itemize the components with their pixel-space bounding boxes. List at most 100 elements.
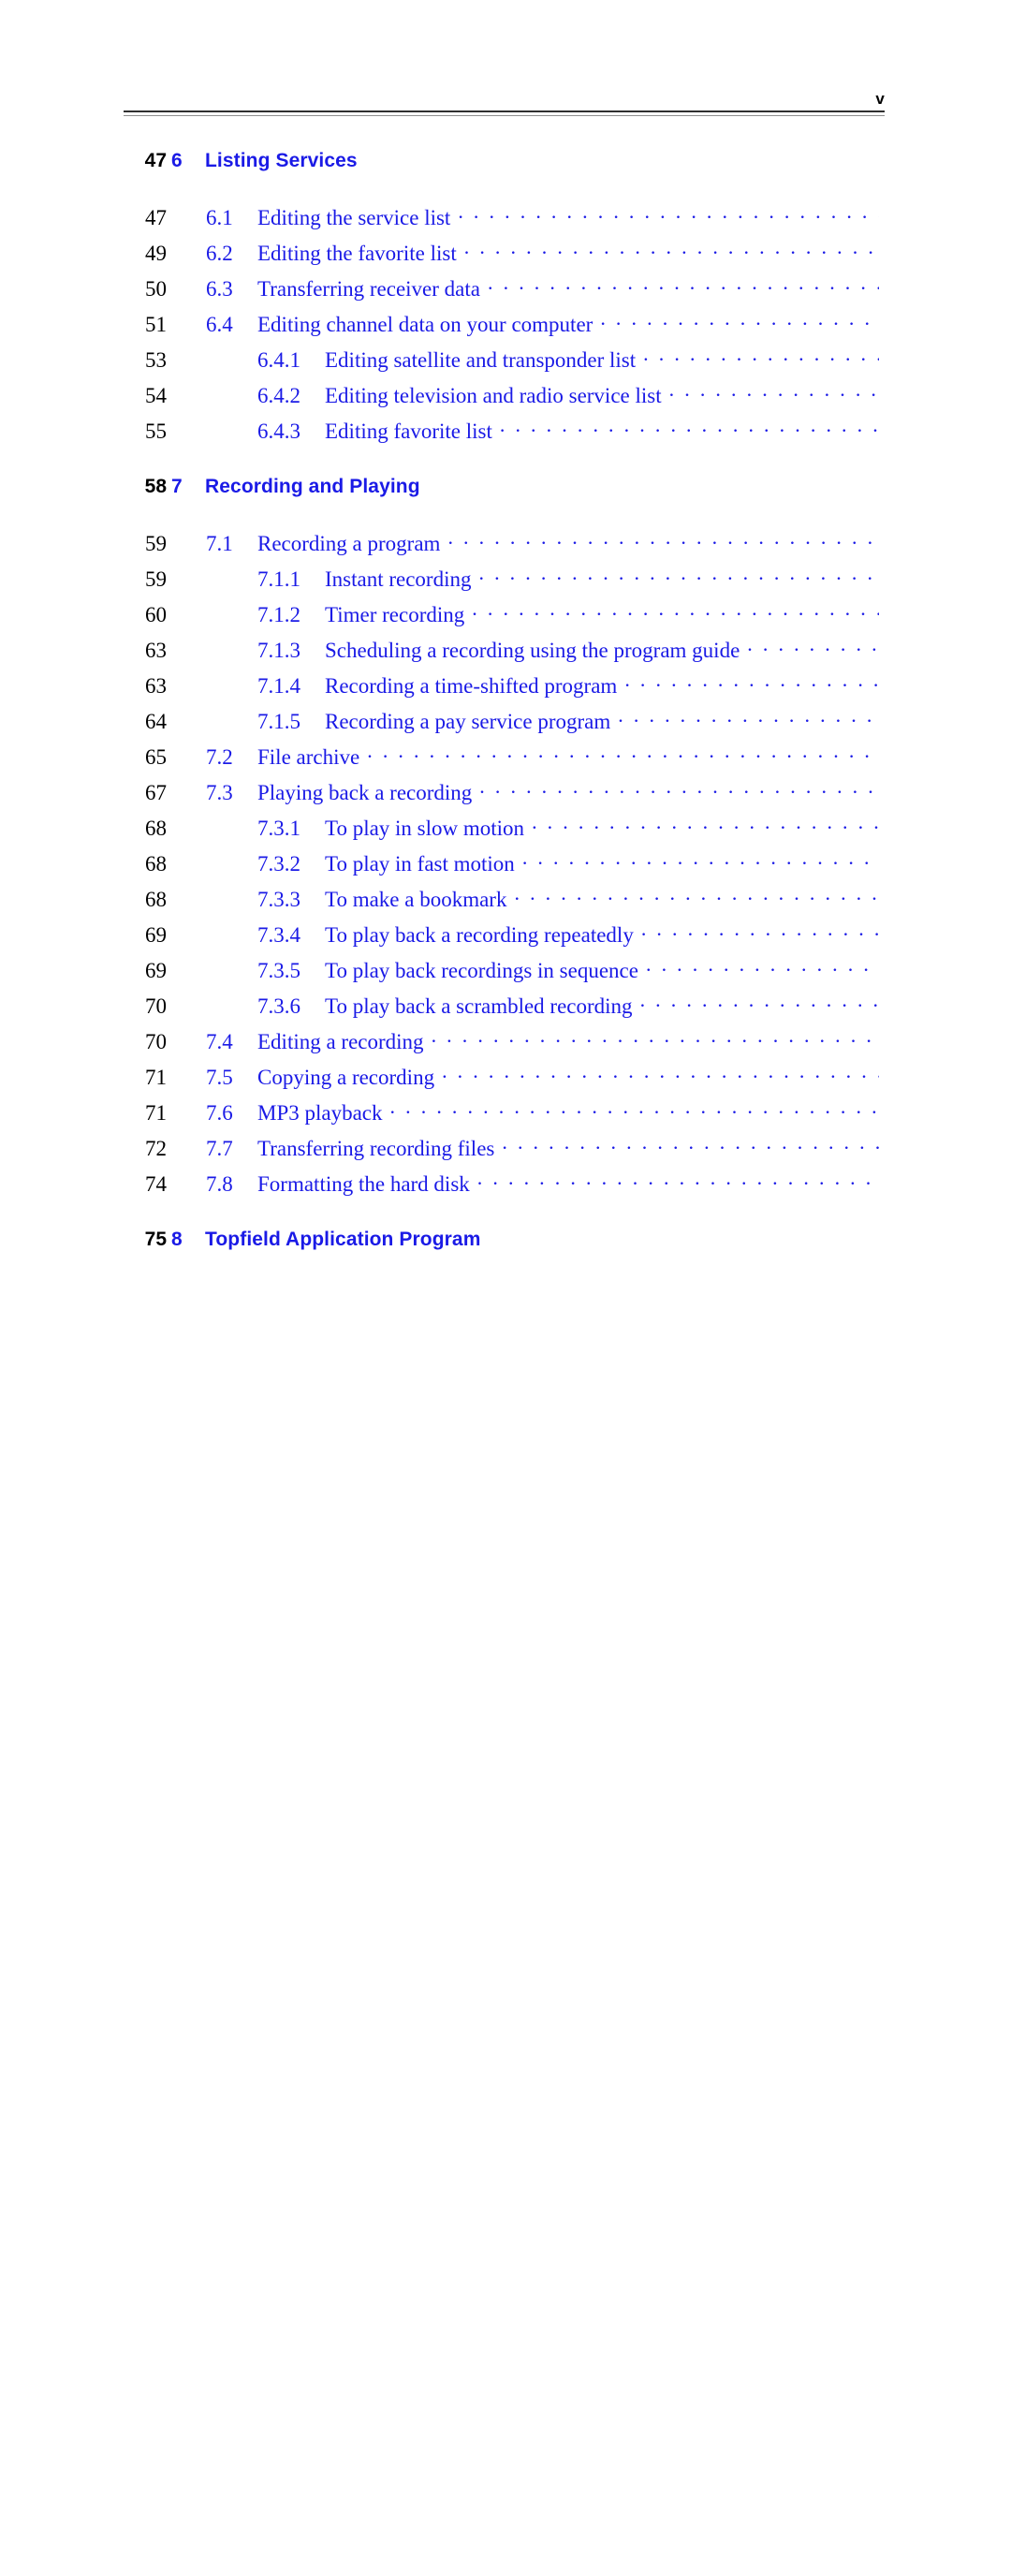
toc-entry-number: 7.4 [206, 1030, 233, 1053]
toc-entry-page-number: 75 [144, 1229, 167, 1250]
toc-dot-leader: ........................................… [639, 998, 879, 1011]
toc-entry-7-3[interactable]: 7.3 Playing back a recording.............… [124, 781, 885, 817]
toc-entry-title: Transferring receiver data [257, 277, 480, 301]
toc-entry-number: 6.4.2 [257, 384, 300, 407]
toc-entry-number: 6.3 [206, 277, 233, 301]
toc-entry-number: 6.4.1 [257, 348, 300, 372]
toc-entry-number: 6.1 [206, 206, 233, 229]
toc-entry-number: 6.4.3 [257, 420, 300, 443]
toc-entry-6-1[interactable]: 6.1 Editing the service list.............… [124, 206, 885, 242]
toc-entry-number: 6.4 [206, 313, 233, 336]
toc-entry-7-3-3[interactable]: 7.3.3 To make a bookmark.................… [124, 888, 885, 923]
toc-entry-7-1-1[interactable]: 7.1.1 Instant recording..................… [124, 567, 885, 603]
toc-entry-title: To play in slow motion [325, 817, 525, 840]
toc-entry-title: Timer recording [325, 603, 465, 626]
toc-entry-title: Topfield Application Program [205, 1229, 481, 1250]
toc-entry-6-4-3[interactable]: 6.4.3 Editing favorite list..............… [124, 420, 885, 455]
toc-entry-number: 7.3.1 [257, 817, 300, 840]
toc-entry-title: MP3 playback [257, 1101, 383, 1125]
toc-entry-title: Copying a recording [257, 1066, 435, 1089]
toc-dot-leader: ........................................… [747, 642, 879, 655]
toc-dot-leader: ........................................… [478, 571, 879, 584]
toc-entry-title: Playing back a recording [257, 781, 473, 804]
toc-entry-number: 7.3.5 [257, 959, 300, 982]
toc-entry-title: Editing the favorite list [257, 242, 457, 265]
toc-entry-number: 8 [171, 1229, 183, 1250]
toc-entry-7-3-6[interactable]: 7.3.6 To play back a scrambled recording.… [124, 994, 885, 1030]
toc-entry-7-4[interactable]: 7.4 Editing a recording..................… [124, 1030, 885, 1066]
toc-dot-leader: ........................................… [640, 927, 879, 940]
toc-entry-7-1-4[interactable]: 7.1.4 Recording a time-shifted program...… [124, 674, 885, 710]
toc-entry-7-8[interactable]: 7.8 Formatting the hard disk.............… [124, 1172, 885, 1208]
toc-entry-number: 7.6 [206, 1101, 233, 1125]
toc-dot-leader: ........................................… [488, 281, 879, 294]
toc-entry-7-2[interactable]: 7.2 File archive.........................… [124, 745, 885, 781]
toc-entry-number: 7.8 [206, 1172, 233, 1196]
toc-entry-7-1-3[interactable]: 7.1.3 Scheduling a recording using the pr… [124, 639, 885, 674]
toc-dot-leader: ........................................… [442, 1069, 879, 1082]
toc-entry-7-3-4[interactable]: 7.3.4 To play back a recording repeatedly… [124, 923, 885, 959]
page-folio: v [875, 90, 885, 108]
toc-dot-leader: ........................................… [624, 678, 879, 691]
toc-entry-title: Editing a recording [257, 1030, 424, 1053]
toc-entry-number: 7.3.6 [257, 994, 300, 1018]
toc-entry-number: 7.3 [206, 781, 233, 804]
toc-entry-title: To play back recordings in sequence [325, 959, 638, 982]
toc-entry-number: 6 [171, 150, 183, 171]
toc-entry-number: 7.7 [206, 1137, 233, 1160]
toc-entry-7-1-5[interactable]: 7.1.5 Recording a pay service program....… [124, 710, 885, 745]
toc-entry-title: Listing Services [205, 150, 358, 171]
toc-entry-title: File archive [257, 745, 360, 769]
toc-entry-title: Formatting the hard disk [257, 1172, 470, 1196]
toc-entry-title: Recording and Playing [205, 476, 420, 497]
toc-entry-number: 7.1.5 [257, 710, 300, 733]
toc-entry-number: 7 [171, 476, 183, 497]
toc-entry-title: Recording a program [257, 532, 441, 555]
toc-dot-leader: ........................................… [532, 820, 879, 833]
toc-entry-6-3[interactable]: 6.3 Transferring receiver data...........… [124, 277, 885, 313]
toc-dot-leader: ........................................… [458, 210, 879, 223]
toc-dot-leader: ........................................… [365, 152, 879, 167]
toc-entry-7-3-2[interactable]: 7.3.2 To play in fast motion.............… [124, 852, 885, 888]
toc-entry-title: To play in fast motion [325, 852, 515, 876]
toc-entry-title: To play back a scrambled recording [325, 994, 633, 1018]
toc-dot-leader: ........................................… [428, 478, 879, 493]
toc-dot-leader: ........................................… [499, 423, 879, 436]
toc-dot-leader: ........................................… [514, 891, 879, 905]
toc-entry-6-4-1[interactable]: 6.4.1 Editing satellite and transponder l… [124, 348, 885, 384]
toc-dot-leader: ........................................… [645, 963, 879, 976]
toc-entry-title: Editing television and radio service lis… [325, 384, 662, 407]
toc-entry-number: 6.2 [206, 242, 233, 265]
toc-dot-leader: ........................................… [600, 316, 879, 330]
toc-dot-leader: ........................................… [472, 607, 879, 620]
toc-entry-title: Recording a pay service program [325, 710, 611, 733]
toc-page: v 6 Listing Services.....................… [0, 0, 1011, 1347]
toc-entry-7-1[interactable]: 7.1 Recording a program..................… [124, 532, 885, 567]
toc-entry-title: Editing the service list [257, 206, 451, 229]
toc-entry-6-4[interactable]: 6.4 Editing channel data on your computer… [124, 313, 885, 348]
toc-dot-leader: ........................................… [367, 749, 879, 762]
toc-entry-7-7[interactable]: 7.7 Transferring recording files.........… [124, 1137, 885, 1172]
toc-entry-title: Transferring recording files [257, 1137, 495, 1160]
header-rule [124, 110, 885, 116]
toc-entry-number: 7.1 [206, 532, 233, 555]
toc-dot-leader: ........................................… [643, 352, 879, 365]
toc-entry-title: Recording a time-shifted program [325, 674, 618, 698]
toc-entry-6[interactable]: 6 Listing Services.......................… [124, 150, 885, 206]
toc-entry-title: To play back a recording repeatedly [325, 923, 634, 947]
toc-entry-7-5[interactable]: 7.5 Copying a recording..................… [124, 1066, 885, 1101]
toc-entry-number: 7.1.2 [257, 603, 300, 626]
toc-entry-6-4-2[interactable]: 6.4.2 Editing television and radio servic… [124, 384, 885, 420]
toc-entry-6-2[interactable]: 6.2 Editing the favorite list............… [124, 242, 885, 277]
toc-entry-7[interactable]: 7 Recording and Playing..................… [124, 476, 885, 532]
toc-entry-number: 7.3.3 [257, 888, 300, 911]
toc-dot-leader: ........................................… [476, 1176, 879, 1189]
toc-entry-number: 7.3.2 [257, 852, 300, 876]
toc-dot-leader: ........................................… [431, 1034, 879, 1047]
toc-entry-7-3-5[interactable]: 7.3.5 To play back recordings in sequence… [124, 959, 885, 994]
toc-entry-number: 7.3.4 [257, 923, 300, 947]
toc-entry-8[interactable]: 8 Topfield Application Program...........… [124, 1229, 885, 1285]
toc-entry-7-3-1[interactable]: 7.3.1 To play in slow motion.............… [124, 817, 885, 852]
toc-entry-7-6[interactable]: 7.6 MP3 playback.........................… [124, 1101, 885, 1137]
toc-entry-7-1-2[interactable]: 7.1.2 Timer recording....................… [124, 603, 885, 639]
